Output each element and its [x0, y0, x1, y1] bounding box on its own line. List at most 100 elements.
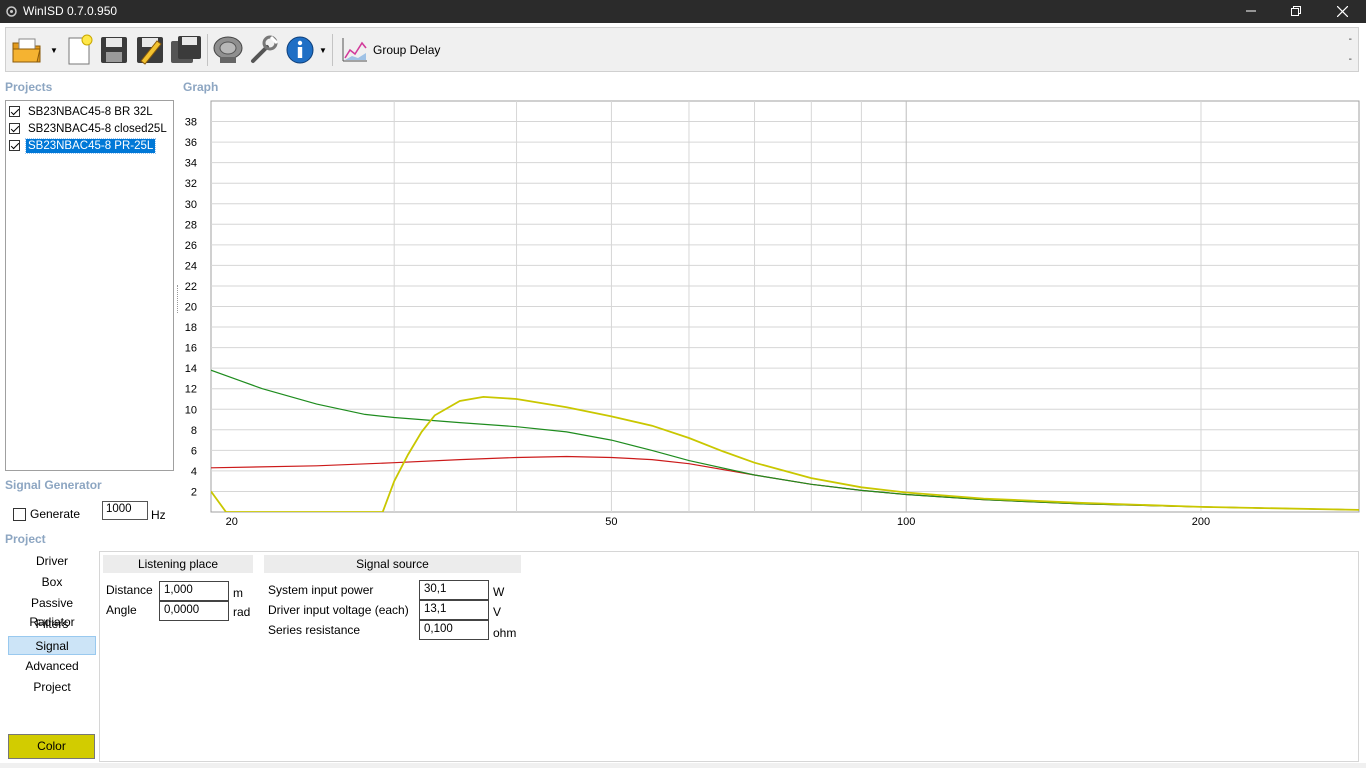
nav-driver[interactable]: Driver: [8, 552, 96, 571]
driver-speaker-icon: [213, 36, 243, 63]
project-item-selected[interactable]: SB23NBAC45-8 PR-25L: [9, 137, 157, 154]
toolbar-separator: [207, 34, 208, 66]
y-tick-label: 22: [185, 281, 197, 293]
tools-button[interactable]: [247, 32, 281, 68]
x-tick-label: 20: [226, 516, 238, 528]
series-resistance-unit: ohm: [493, 626, 517, 640]
nav-box[interactable]: Box: [8, 573, 96, 592]
new-project-button[interactable]: [62, 32, 96, 68]
project-checkbox[interactable]: [9, 140, 20, 151]
open-folder-icon: [12, 38, 41, 63]
driver-input-voltage-label: Driver input voltage (each): [268, 603, 409, 617]
signal-panel: Listening place Distance 1,000 m Angle 0…: [99, 551, 1359, 762]
y-tick-label: 32: [185, 178, 197, 190]
graph-type-label[interactable]: Group Delay: [373, 43, 440, 57]
project-checkbox[interactable]: [9, 123, 20, 134]
system-input-power-label: System input power: [268, 583, 374, 597]
y-tick-label: 2: [191, 486, 197, 498]
nav-signal[interactable]: Signal: [8, 636, 96, 655]
y-tick-label: 20: [185, 302, 197, 314]
nav-filters[interactable]: Filters: [8, 615, 96, 634]
project-item[interactable]: SB23NBAC45-8 closed25L: [9, 120, 169, 137]
restore-button[interactable]: [1273, 0, 1319, 23]
projects-heading: Projects: [5, 80, 53, 94]
series-resistance-input[interactable]: 0,100: [419, 620, 489, 640]
graph-heading: Graph: [183, 80, 219, 94]
restore-icon: [1291, 6, 1301, 16]
project-label[interactable]: SB23NBAC45-8 BR 32L: [26, 105, 155, 119]
close-icon: [1336, 5, 1348, 18]
app-icon: [6, 6, 17, 17]
y-tick-label: 6: [191, 445, 197, 457]
toolbar-separator: [332, 34, 333, 66]
generate-label[interactable]: Generate: [30, 507, 80, 521]
angle-unit: rad: [233, 605, 251, 619]
info-icon: [286, 36, 314, 64]
angle-input[interactable]: 0,0000: [159, 601, 229, 621]
title-bar: WinISD 0.7.0.950: [0, 0, 1366, 23]
save-all-icon: [171, 36, 201, 63]
project-nav: Driver Box Passive Radiator Filters Sign…: [5, 550, 97, 763]
group-delay-chart[interactable]: 246810121416182022242628303234363820 50 10…: [183, 99, 1361, 532]
save-button[interactable]: [97, 32, 131, 68]
status-strip: [0, 763, 1366, 768]
angle-label: Angle: [106, 603, 137, 617]
projects-list[interactable]: SB23NBAC45-8 BR 32L SB23NBAC45-8 closed2…: [5, 100, 174, 471]
y-tick-label: 8: [191, 425, 197, 437]
nav-project[interactable]: Project: [8, 678, 96, 697]
system-input-power-unit: W: [493, 585, 505, 599]
frequency-unit: Hz: [151, 508, 166, 522]
driver-editor-button[interactable]: [211, 32, 245, 68]
project-item[interactable]: SB23NBAC45-8 BR 32L: [9, 103, 155, 120]
nav-advanced[interactable]: Advanced: [8, 657, 96, 676]
close-button[interactable]: [1319, 0, 1365, 23]
distance-input[interactable]: 1,000: [159, 581, 229, 601]
save-all-button[interactable]: [169, 32, 203, 68]
y-tick-label: 24: [185, 260, 197, 272]
y-tick-label: 28: [185, 219, 197, 231]
tools-wrench-icon: [251, 35, 279, 63]
open-dropdown-arrow-icon[interactable]: ▼: [50, 46, 58, 55]
info-dropdown-arrow-icon[interactable]: ▼: [319, 46, 327, 55]
listening-place-heading: Listening place: [103, 555, 253, 573]
y-tick-label: 26: [185, 240, 197, 252]
system-input-power-input[interactable]: 30,1: [419, 580, 489, 600]
project-heading: Project: [5, 532, 46, 546]
series-resistance-label: Series resistance: [268, 623, 361, 637]
project-label[interactable]: SB23NBAC45-8 closed25L: [26, 122, 169, 136]
minimize-icon: [1246, 10, 1256, 12]
x-tick-label: 50: [605, 516, 617, 528]
toolbar-dash-top: -: [1348, 34, 1352, 45]
signal-source-heading: Signal source: [264, 555, 521, 573]
toolbar-dash-bottom: -: [1348, 54, 1352, 65]
signal-generator-heading: Signal Generator: [5, 478, 102, 492]
y-tick-label: 4: [191, 466, 197, 478]
x-tick-label: 200: [1192, 516, 1210, 528]
y-tick-label: 10: [185, 404, 197, 416]
generate-checkbox[interactable]: [13, 508, 26, 521]
edit-icon: [137, 37, 163, 65]
new-file-icon: [68, 34, 93, 65]
x-tick-label: 100: [897, 516, 915, 528]
group-delay-graph-icon: [342, 38, 367, 62]
splitter-grip[interactable]: [177, 285, 180, 313]
info-button[interactable]: [283, 32, 317, 68]
project-checkbox[interactable]: [9, 106, 20, 117]
color-button[interactable]: Color: [8, 734, 95, 759]
window-title: WinISD 0.7.0.950: [23, 4, 118, 18]
save-icon: [101, 37, 127, 63]
driver-input-voltage-unit: V: [493, 605, 502, 619]
driver-input-voltage-input[interactable]: 13,1: [419, 600, 489, 620]
project-label[interactable]: SB23NBAC45-8 PR-25L: [24, 137, 157, 154]
y-tick-label: 34: [185, 158, 197, 170]
graph-type-button[interactable]: [337, 32, 371, 68]
frequency-input[interactable]: 1000: [102, 501, 148, 520]
save-as-button[interactable]: [133, 32, 167, 68]
y-tick-label: 18: [185, 322, 197, 334]
minimize-button[interactable]: [1228, 0, 1274, 23]
y-tick-label: 30: [185, 199, 197, 211]
y-tick-label: 14: [185, 363, 197, 375]
nav-passive-radiator[interactable]: Passive Radiator: [8, 594, 96, 629]
toolbar: ▼ ▼ Group Delay - -: [5, 27, 1359, 72]
open-button[interactable]: [10, 32, 44, 68]
